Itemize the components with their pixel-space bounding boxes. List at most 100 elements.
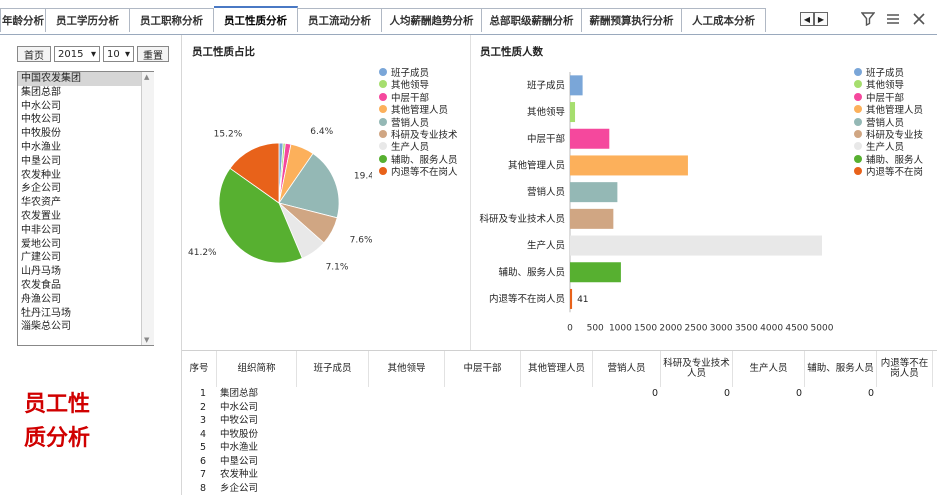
legend-item[interactable]: 内退等不在岗人	[379, 165, 458, 178]
table-cell	[805, 468, 877, 482]
org-list-item[interactable]: 乡企公司	[18, 182, 153, 196]
org-list-item[interactable]: 舟渔公司	[18, 293, 153, 307]
tab-0[interactable]: 年龄分析	[0, 8, 46, 32]
org-list-item[interactable]: 中水公司	[18, 100, 153, 114]
table-cell	[445, 414, 521, 428]
table-cell	[877, 468, 933, 482]
org-list-item[interactable]: 华农资产	[18, 196, 153, 210]
legend-item[interactable]: 生产人员	[379, 140, 429, 153]
table-cell	[877, 482, 933, 496]
table-cell	[369, 482, 445, 496]
close-icon[interactable]	[910, 10, 928, 28]
legend-item[interactable]: 班子成员	[379, 66, 429, 79]
bar[interactable]	[570, 75, 583, 96]
tab-scroll-buttons: ◀ ▶	[800, 12, 828, 26]
table-header[interactable]: 内退等不在岗人员	[877, 351, 933, 387]
org-list-item[interactable]: 爱地公司	[18, 238, 153, 252]
legend-item[interactable]: 其他管理人员	[854, 103, 923, 116]
org-list-item[interactable]: 中垦公司	[18, 155, 153, 169]
legend-item[interactable]: 中层干部	[379, 91, 429, 104]
table-header[interactable]: 其他领导	[369, 351, 445, 387]
year-select[interactable]: 2015 ▾	[54, 46, 100, 62]
reset-button[interactable]: 重置	[137, 46, 169, 62]
table-header[interactable]: 组织简称	[217, 351, 297, 387]
org-list-item[interactable]: 农发置业	[18, 210, 153, 224]
legend-item[interactable]: 科研及专业技术	[379, 128, 458, 141]
bar-category-label: 内退等不在岗人员	[489, 293, 565, 305]
table-cell	[297, 401, 369, 415]
legend-item[interactable]: 班子成员	[854, 66, 904, 79]
table-header[interactable]: 科研及专业技术人员	[661, 351, 733, 387]
legend-item[interactable]: 其他领导	[379, 78, 429, 91]
table-cell	[733, 401, 805, 415]
tab-scroll-left-button[interactable]: ◀	[800, 12, 814, 26]
table-header[interactable]: 序号	[182, 351, 217, 387]
legend-item[interactable]: 营销人员	[854, 116, 904, 129]
legend-item[interactable]: 其他管理人员	[379, 103, 448, 116]
tab-3[interactable]: 员工性质分析	[214, 6, 298, 32]
tab-8[interactable]: 人工成本分析	[682, 8, 766, 32]
tab-scroll-right-button[interactable]: ▶	[814, 12, 828, 26]
bar[interactable]	[570, 155, 688, 176]
org-list[interactable]: 中国农发集团 集团总部 中水公司 中牧公司 中牧股份 中水渔业 中垦公司 农发种业 乡企公司 华农…	[17, 71, 154, 346]
table-cell	[877, 387, 933, 401]
table-cell	[297, 414, 369, 428]
chevron-down-icon: ▾	[124, 48, 130, 60]
table-cell: 中牧股份	[220, 428, 259, 440]
x-tick-label: 4000	[760, 323, 783, 333]
tab-5[interactable]: 人均薪酬趋势分析	[382, 8, 482, 32]
org-list-scrollbar[interactable]: ▲ ▼	[141, 72, 154, 345]
tab-6[interactable]: 总部职级薪酬分析	[482, 8, 582, 32]
table-cell: 中水渔业	[220, 442, 259, 453]
legend-marker	[854, 154, 862, 163]
table-cell	[593, 401, 661, 415]
table-header[interactable]: 中层干部	[445, 351, 521, 387]
legend-item[interactable]: 营销人员	[379, 116, 429, 129]
bar[interactable]	[570, 182, 618, 203]
table-header[interactable]: 营销人员	[593, 351, 661, 387]
legend-item[interactable]: 辅助、服务人员	[379, 153, 458, 166]
pie-legend: 班子成员 其他领导 中层干部 其他管理人员 营销人员 科研及专业技术 生产人员 辅助、服务人员…	[379, 66, 469, 186]
menu-icon[interactable]	[884, 10, 902, 28]
scroll-up-icon[interactable]: ▲	[144, 73, 149, 81]
org-list-item[interactable]: 中水渔业	[18, 141, 153, 155]
table-header[interactable]: 生产人员	[733, 351, 805, 387]
table-cell: 2	[200, 401, 207, 413]
scroll-down-icon[interactable]: ▼	[144, 336, 149, 344]
bar[interactable]	[570, 235, 822, 256]
org-list-item[interactable]: 农发种业	[18, 169, 153, 183]
org-list-item[interactable]: 中国农发集团	[18, 72, 153, 86]
filter-icon[interactable]	[859, 10, 877, 28]
bar[interactable]	[570, 102, 576, 123]
legend-item[interactable]: 中层干部	[854, 91, 904, 104]
tab-2[interactable]: 员工职称分析	[130, 8, 214, 32]
table-cell	[877, 441, 933, 455]
tab-4[interactable]: 员工流动分析	[298, 8, 382, 32]
tab-1[interactable]: 员工学历分析	[46, 8, 130, 32]
month-select[interactable]: 10 ▾	[103, 46, 134, 62]
legend-item[interactable]: 其他领导	[854, 78, 904, 91]
legend-item[interactable]: 内退等不在岗	[854, 165, 923, 178]
table-cell	[297, 428, 369, 442]
org-list-item[interactable]: 中非公司	[18, 224, 153, 238]
org-list-item[interactable]: 农发食品	[18, 279, 153, 293]
table-header[interactable]: 班子成员	[297, 351, 369, 387]
org-list-item[interactable]: 广建公司	[18, 251, 153, 265]
bar[interactable]	[570, 128, 610, 149]
org-list-item[interactable]: 中牧公司	[18, 113, 153, 127]
org-list-item[interactable]: 山丹马场	[18, 265, 153, 279]
org-list-item[interactable]: 集团总部	[18, 86, 153, 100]
bar[interactable]	[570, 262, 621, 283]
first-page-button[interactable]: 首页	[17, 46, 51, 62]
org-list-item[interactable]: 中牧股份	[18, 127, 153, 141]
legend-item[interactable]: 辅助、服务人	[854, 153, 923, 166]
bar[interactable]	[570, 208, 614, 229]
bar[interactable]	[570, 288, 573, 309]
org-list-item[interactable]: 牡丹江马场	[18, 307, 153, 321]
legend-item[interactable]: 生产人员	[854, 140, 904, 153]
table-header[interactable]: 其他管理人员	[521, 351, 593, 387]
table-header[interactable]: 辅助、服务人员	[805, 351, 877, 387]
tab-7[interactable]: 薪酬预算执行分析	[582, 8, 682, 32]
legend-item[interactable]: 科研及专业技	[854, 128, 923, 141]
org-list-item[interactable]: 淄柴总公司	[18, 320, 153, 334]
